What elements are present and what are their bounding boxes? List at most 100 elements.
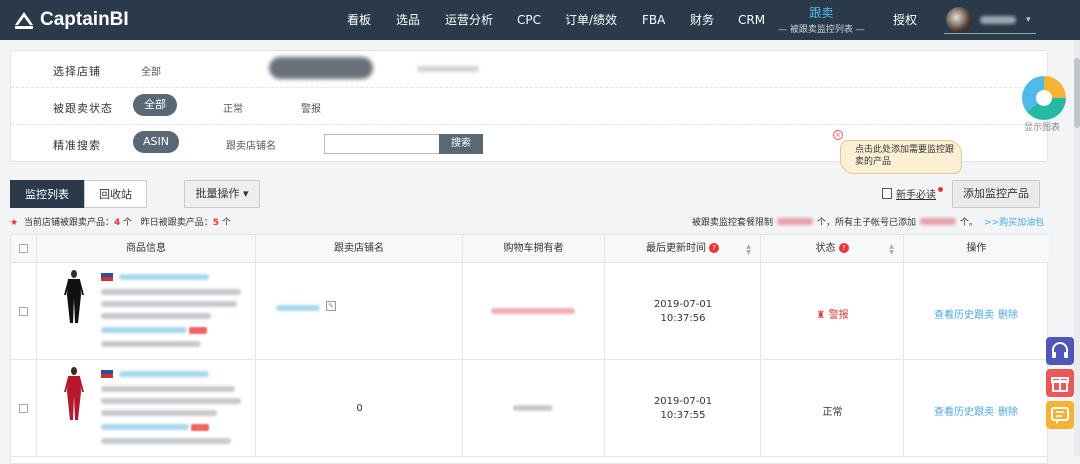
gift-icon xyxy=(1051,377,1069,392)
product-image[interactable] xyxy=(59,366,89,422)
tab-monitor-list[interactable]: 监控列表 xyxy=(10,180,84,208)
status-cell: ♜ 警报 xyxy=(761,263,904,360)
user-menu[interactable]: ▾ xyxy=(944,6,1036,34)
nav-active-label: 跟卖 xyxy=(809,6,834,20)
status-option-alarm[interactable]: 警报 xyxy=(301,100,321,115)
help-icon[interactable]: ? xyxy=(838,243,849,253)
status-option-normal[interactable]: 正常 xyxy=(223,100,243,115)
update-time: 10:37:56 xyxy=(660,313,706,324)
buybox-owner-cell xyxy=(463,360,605,457)
us-flag-icon xyxy=(101,273,113,281)
header-status-label: 状态 xyxy=(815,243,836,254)
gift-button[interactable] xyxy=(1046,369,1074,397)
alarm-bell-icon: ♜ xyxy=(816,310,826,321)
edit-icon[interactable]: ✎ xyxy=(326,301,336,311)
header-actions: 操作 xyxy=(904,235,1049,263)
product-title-redacted xyxy=(101,301,237,307)
store-option-other[interactable] xyxy=(417,66,479,72)
limit-value-redacted xyxy=(777,218,814,225)
row-select-cell xyxy=(11,263,37,360)
captain-hat-icon xyxy=(15,12,33,29)
page-scrollbar[interactable] xyxy=(1074,40,1080,456)
actions-cell: 查看历史跟卖 删除 xyxy=(904,360,1049,457)
seller-cell: ✎ xyxy=(256,263,463,360)
header-buybox-owner: 购物车拥有者 xyxy=(463,235,605,263)
search-type-asin[interactable]: ASIN xyxy=(133,131,179,153)
pie-chart-icon[interactable] xyxy=(1022,76,1066,120)
update-time: 10:37:55 xyxy=(660,410,706,421)
customer-service-button[interactable] xyxy=(1046,337,1074,365)
nav-item-auth[interactable]: 授权 xyxy=(893,0,917,40)
delete-link[interactable]: 删除 xyxy=(998,306,1018,321)
batch-actions-button[interactable]: 批量操作 ▾ xyxy=(184,180,260,208)
star-icon: ★ xyxy=(10,218,19,228)
delete-link[interactable]: 删除 xyxy=(998,403,1018,418)
product-title-redacted xyxy=(101,313,211,319)
nav-item-fba[interactable]: FBA xyxy=(642,0,665,40)
store-asin-link-redacted[interactable] xyxy=(119,371,209,377)
nav-item-finance[interactable]: 财务 xyxy=(690,0,714,40)
filter-label-store: 选择店铺 xyxy=(53,65,101,78)
buybox-owner-redacted xyxy=(513,405,553,411)
asin-redacted[interactable] xyxy=(101,424,189,430)
feedback-button[interactable] xyxy=(1046,401,1074,429)
brand-name: CaptainBI xyxy=(40,9,129,30)
us-flag-icon xyxy=(101,370,113,378)
sort-icon[interactable]: ▲ ▼ xyxy=(745,244,752,256)
row-checkbox[interactable] xyxy=(19,307,28,316)
search-field-label: 跟卖店铺名 xyxy=(226,141,276,152)
product-title-redacted xyxy=(101,410,217,416)
nav-item-dashboard[interactable]: 看板 xyxy=(347,0,371,40)
table-row: ✎ 2019-07-01 10:37:56 ♜ 警报 查看历史跟卖 删除 xyxy=(11,263,1049,360)
seller-name-redacted[interactable] xyxy=(276,305,320,311)
update-date: 2019-07-01 xyxy=(653,396,713,407)
seller-cell: 0 xyxy=(256,360,463,457)
status-cell: 正常 xyxy=(761,360,904,457)
add-monitor-product-button[interactable]: 添加监控产品 xyxy=(952,180,1040,208)
brand-logo[interactable]: CaptainBI xyxy=(12,8,129,32)
limit-mid: 个，所有主子帐号已添加 xyxy=(817,218,917,228)
nav-item-orders[interactable]: 订单/绩效 xyxy=(565,0,617,40)
store-option-all[interactable]: 全部 xyxy=(141,63,161,78)
header-last-updated[interactable]: 最后更新时间? ▲ ▼ xyxy=(605,235,761,263)
nav-item-follow-sell[interactable]: 跟卖 — 被跟卖监控列表 — xyxy=(778,6,865,46)
actions-cell: 查看历史跟卖 删除 xyxy=(904,263,1049,360)
nav-item-cpc[interactable]: CPC xyxy=(517,0,541,40)
header-status[interactable]: 状态? ▲ ▼ xyxy=(761,235,904,263)
last-updated-cell: 2019-07-01 10:37:56 xyxy=(605,263,761,360)
sort-icon[interactable]: ▲ ▼ xyxy=(888,244,895,256)
seller-search-input[interactable] xyxy=(324,134,440,154)
tab-recycle-bin[interactable]: 回收站 xyxy=(84,180,147,208)
store-option-selected[interactable] xyxy=(269,57,373,79)
nav-item-crm[interactable]: CRM xyxy=(738,0,765,40)
row-checkbox[interactable] xyxy=(19,404,28,413)
filter-row-store: 选择店铺 全部 xyxy=(11,51,1047,88)
close-icon[interactable]: × xyxy=(833,130,843,140)
view-history-link[interactable]: 查看历史跟卖 xyxy=(934,306,994,321)
select-all-checkbox[interactable] xyxy=(19,244,28,253)
asin-redacted[interactable] xyxy=(101,327,187,333)
sku-redacted xyxy=(101,438,231,444)
avatar xyxy=(946,6,972,33)
chevron-down-icon: ▾ xyxy=(1026,14,1031,25)
help-icon[interactable]: ? xyxy=(709,243,719,253)
product-info-cell xyxy=(37,360,256,457)
stat-yesterday-count: 5 xyxy=(212,218,219,228)
stat-yesterday-unit: 个 xyxy=(221,218,231,228)
search-button[interactable]: 搜索 xyxy=(439,134,483,154)
header-seller-name: 跟卖店铺名 xyxy=(256,235,463,263)
product-title-redacted xyxy=(101,289,241,295)
nav-item-selection[interactable]: 选品 xyxy=(396,0,420,40)
status-option-all[interactable]: 全部 xyxy=(133,94,177,116)
view-history-link[interactable]: 查看历史跟卖 xyxy=(934,403,994,418)
update-date: 2019-07-01 xyxy=(653,299,713,310)
filter-label-search: 精准搜索 xyxy=(53,139,101,152)
store-asin-link-redacted[interactable] xyxy=(119,274,209,280)
show-chart-label[interactable]: 显示图表 xyxy=(1024,120,1060,133)
buy-addon-link[interactable]: >>购买加油包 xyxy=(984,215,1044,228)
beginner-guide-link[interactable]: 新手必读 xyxy=(882,186,943,201)
product-image[interactable] xyxy=(59,269,89,325)
nav-item-analytics[interactable]: 运营分析 xyxy=(445,0,493,40)
filter-label-status: 被跟卖状态 xyxy=(53,102,113,115)
monitor-table: 商品信息 跟卖店铺名 购物车拥有者 最后更新时间? ▲ ▼ 状态? ▲ ▼ 操作 ✎ xyxy=(10,234,1049,464)
